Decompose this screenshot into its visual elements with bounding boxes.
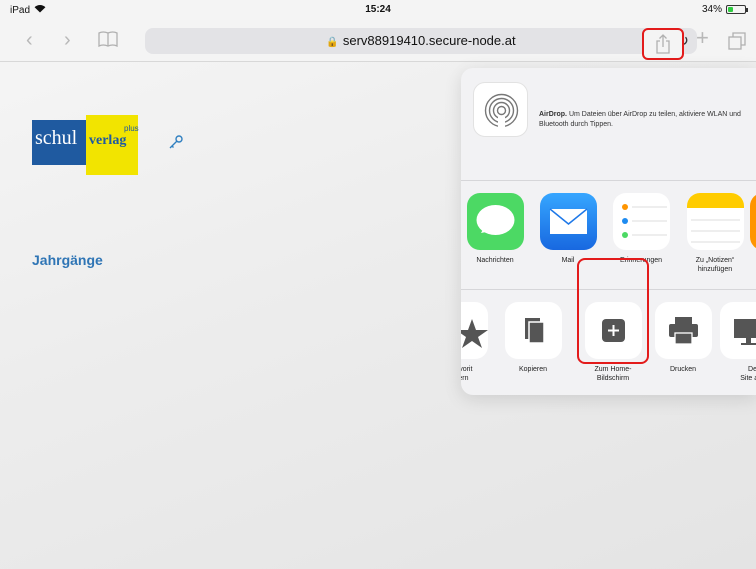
messages-icon	[466, 193, 524, 250]
highlight-add-home	[577, 258, 649, 364]
new-tab-icon[interactable]: +	[696, 27, 709, 49]
airdrop-desc-text: Um Dateien über AirDrop zu teilen, aktiv…	[539, 111, 741, 128]
battery-icon	[726, 5, 748, 14]
status-time: 15:24	[365, 4, 391, 15]
notes-icon	[686, 193, 744, 250]
airdrop-title: AirDrop.	[539, 111, 567, 118]
battery-fill	[728, 7, 733, 12]
app-label: Nachrichten	[476, 257, 514, 264]
action-bookmark[interactable]: s Favorit ichern	[461, 302, 489, 383]
url-text: serv88919410.secure-node.at	[342, 33, 516, 48]
action-print[interactable]: Drucken	[653, 302, 713, 374]
schulverlag-logo[interactable]: schul verlag plus	[32, 115, 142, 175]
url-display[interactable]: 🔒 serv88919410.secure-node.at	[145, 33, 697, 48]
battery-percent: 34%	[701, 4, 722, 15]
status-right: 34%	[701, 4, 748, 15]
star-icon	[461, 302, 488, 359]
bookmarks-icon[interactable]	[98, 31, 118, 51]
forward-icon[interactable]: ›	[64, 30, 71, 50]
address-bar[interactable]: 🔒serv88919410.secure-node.at ↻	[145, 28, 697, 54]
app-partial-icon	[750, 193, 756, 250]
back-icon[interactable]: ‹	[26, 30, 33, 50]
app-messages[interactable]: Nachrichten	[465, 193, 525, 265]
key-icon[interactable]	[168, 134, 184, 155]
lock-icon: 🔒	[326, 37, 339, 48]
action-label: s Favorit ichern	[461, 366, 473, 382]
share-sheet: AirDrop. Um Dateien über AirDrop zu teil…	[461, 68, 756, 395]
share-button[interactable]	[642, 28, 684, 60]
action-copy[interactable]: Kopieren	[503, 302, 563, 374]
mail-icon	[539, 193, 597, 250]
action-label: Drucken	[669, 366, 697, 373]
airdrop-description: AirDrop. Um Dateien über AirDrop zu teil…	[539, 110, 749, 130]
share-icon	[656, 34, 670, 54]
tabs-icon[interactable]	[728, 32, 746, 54]
app-partial[interactable]	[750, 193, 756, 250]
reminders-icon	[612, 193, 670, 250]
app-reminders[interactable]: Erinnerungen	[611, 193, 671, 265]
status-bar: iPad 15:24 34%	[0, 0, 756, 20]
desktop-icon	[719, 302, 756, 359]
logo-plus-text: plus	[124, 124, 139, 133]
app-mail[interactable]: Mail	[538, 193, 598, 265]
browser-toolbar: ‹ › 🔒serv88919410.secure-node.at ↻ +	[0, 20, 756, 62]
logo-schul-text: schul	[35, 127, 78, 149]
airdrop-icon[interactable]	[473, 82, 528, 137]
section-title-jahrgaenge[interactable]: Jahrgänge	[32, 252, 103, 268]
action-label: Zum Home- Bildschirm	[594, 366, 632, 382]
print-icon	[654, 302, 712, 359]
action-label: Desk Site anf	[740, 366, 756, 382]
app-label: Zu „Notizen“ hinzufügen	[695, 257, 735, 273]
action-label: Kopieren	[518, 366, 548, 373]
copy-icon	[504, 302, 562, 359]
app-notes[interactable]: Zu „Notizen“ hinzufügen	[680, 193, 750, 274]
action-desktop-site[interactable]: Desk Site anf	[718, 302, 756, 383]
logo-verlag-text: verlag	[89, 133, 127, 148]
divider	[461, 180, 756, 181]
